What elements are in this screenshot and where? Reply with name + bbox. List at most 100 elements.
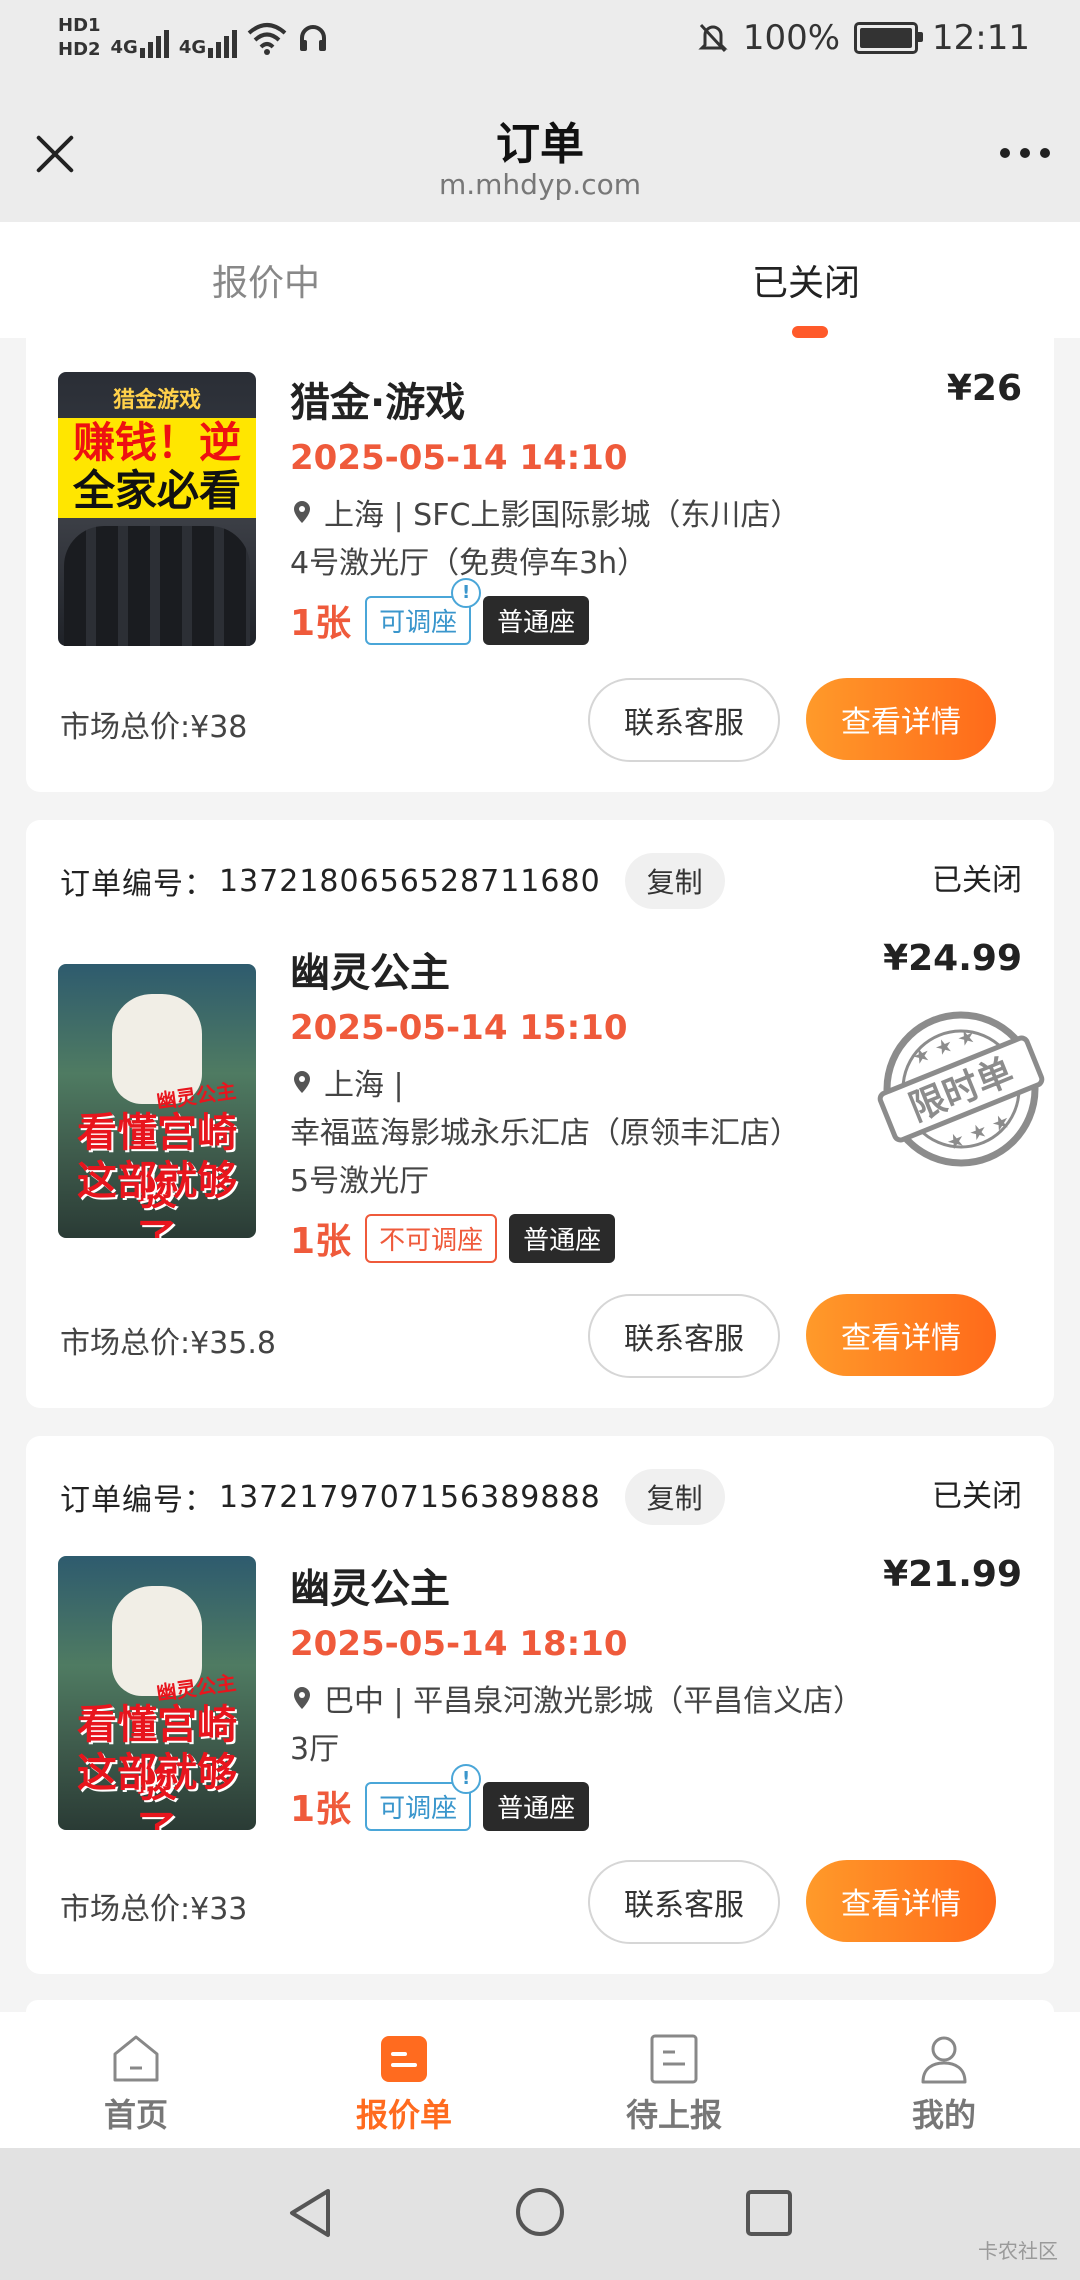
cinema-address: 上海 | SFC上影国际影城（东川店）	[290, 490, 800, 534]
address-text: 上海 | SFC上影国际影城（东川店）	[324, 498, 801, 533]
location-pin-icon	[294, 1687, 310, 1709]
seat-type-tag: 普通座	[509, 1213, 616, 1263]
ticket-quantity: 1张	[290, 1789, 352, 1830]
signal-sim1-icon: 4G	[111, 18, 169, 58]
order-number: 1372179707156389888	[219, 1479, 601, 1515]
system-navigation-bar: 卡农社区	[0, 2148, 1080, 2280]
headphones-icon	[300, 25, 327, 51]
market-price-label: 市场总价:	[60, 710, 191, 745]
show-time: 2025-05-14 14:10	[290, 438, 628, 478]
ticket-info: 1张 可调座! 普通座	[290, 577, 590, 646]
profile-icon	[921, 2036, 967, 2084]
recents-icon[interactable]	[744, 2188, 794, 2238]
back-icon[interactable]	[286, 2186, 334, 2240]
tag-text: 可调座	[379, 607, 458, 638]
nav-label: 待上报	[625, 2096, 722, 2134]
cinema-address: 上海 |	[290, 1060, 404, 1104]
adjustable-seat-tag: 可调座!	[365, 1763, 482, 1831]
page-title: 订单	[496, 119, 584, 170]
home-icon	[113, 2035, 159, 2082]
home-circle-icon[interactable]	[514, 2186, 566, 2238]
mute-bell-icon	[698, 23, 728, 53]
order-number-label: 订单编号：	[60, 1483, 215, 1518]
nav-item-profile[interactable]: 我的	[844, 2032, 1044, 2136]
order-tabs: 报价中 已关闭	[0, 222, 1080, 338]
status-bar: HD1 HD2 4G 4G 100% 12:11	[0, 0, 1080, 90]
signal-sim2-icon: 4G	[178, 18, 238, 58]
order-number-label: 订单编号：	[60, 867, 215, 902]
movie-poster: 幽灵公主 看懂宫崎骏 这部就够了	[58, 1556, 256, 1830]
title-bar: 订单 m.mhdyp.com	[0, 90, 1080, 222]
order-header: 订单编号： 1372180656528711680 复制	[60, 820, 725, 942]
pending-report-icon	[650, 2034, 698, 2084]
show-time: 2025-05-14 15:10	[290, 1008, 628, 1048]
hall-info: 4号激光厅（免费停车3h）	[290, 546, 648, 581]
movie-poster: 猎金游戏 赚钱！逆袭！ 全家必看	[58, 372, 256, 646]
market-price-label: 市场总价:	[60, 1892, 191, 1927]
tab-quoting[interactable]: 报价中	[212, 254, 320, 306]
active-tab-indicator	[792, 326, 828, 338]
movie-title: 幽灵公主	[290, 950, 450, 996]
sim2-label: 4G	[178, 37, 207, 58]
copy-button[interactable]: 复制	[624, 853, 725, 909]
movie-title: 幽灵公主	[290, 1566, 450, 1612]
nav-item-home[interactable]: 首页	[36, 2032, 236, 2136]
hall-info: 3厅	[290, 1732, 340, 1767]
market-price-value: ¥38	[190, 710, 248, 745]
market-price: 市场总价:¥38	[60, 702, 247, 746]
info-icon[interactable]: !	[451, 1763, 482, 1794]
order-card: 猎金游戏 赚钱！逆袭！ 全家必看 猎金·游戏 ¥26 2025-05-14 14…	[26, 338, 1054, 792]
address-text: 上海 |	[324, 1068, 404, 1103]
order-price: ¥24.99	[883, 938, 1022, 979]
page-url: m.mhdyp.com	[438, 168, 641, 201]
battery-icon	[854, 22, 924, 54]
order-status: 已关闭	[932, 863, 1022, 898]
order-card-peek	[26, 2000, 1054, 2012]
market-price-label: 市场总价:	[60, 1326, 191, 1361]
poster-figures	[64, 526, 250, 646]
contact-service-button[interactable]: 联系客服	[588, 1860, 780, 1944]
nav-label: 报价单	[355, 2096, 452, 2134]
status-bar-left: HD1 HD2 4G 4G	[58, 14, 329, 62]
order-price: ¥21.99	[883, 1554, 1022, 1595]
contact-service-button[interactable]: 联系客服	[588, 678, 780, 762]
info-icon[interactable]: !	[451, 577, 482, 608]
view-details-button[interactable]: 查看详情	[806, 1860, 996, 1942]
more-options-icon[interactable]	[1000, 148, 1050, 158]
show-time: 2025-05-14 18:10	[290, 1624, 628, 1664]
order-card: 订单编号： 1372180656528711680 复制 已关闭 幽灵公主 看懂…	[26, 820, 1054, 1408]
movie-poster: 幽灵公主 看懂宫崎骏 这部就够了	[58, 964, 256, 1238]
tab-closed[interactable]: 已关闭	[752, 254, 860, 306]
ticket-quantity: 1张	[290, 603, 352, 644]
market-price: 市场总价:¥33	[60, 1884, 247, 1928]
status-bar-right: 100% 12:11	[697, 18, 1030, 58]
clock: 12:11	[932, 18, 1030, 58]
cinema-address: 巴中 | 平昌泉河激光影城（平昌信义店）	[290, 1676, 863, 1720]
seat-type-tag: 普通座	[483, 1781, 590, 1831]
view-details-button[interactable]: 查看详情	[806, 1294, 996, 1376]
poster-text: 这部就够了	[77, 1750, 237, 1830]
poster-text: 猎金游戏	[112, 388, 201, 413]
non-adjustable-seat-tag: 不可调座	[365, 1213, 498, 1263]
ticket-info: 1张 可调座! 普通座	[290, 1763, 590, 1832]
movie-title: 猎金·游戏	[290, 380, 466, 426]
bottom-navigation: 首页 报价单 待上报 我的	[0, 2012, 1080, 2148]
nav-item-pending[interactable]: 待上报	[574, 2032, 774, 2136]
watermark: 卡农社区	[978, 2239, 1058, 2263]
battery-percent: 100%	[742, 18, 841, 58]
copy-button[interactable]: 复制	[624, 1469, 725, 1525]
contact-service-button[interactable]: 联系客服	[588, 1294, 780, 1378]
poster-text: 全家必看	[58, 466, 256, 516]
market-price: 市场总价:¥35.8	[60, 1318, 276, 1362]
poster-text: 这部就够了	[77, 1158, 237, 1238]
order-card: 订单编号： 1372179707156389888 复制 已关闭 幽灵公主 看懂…	[26, 1436, 1054, 1974]
nav-item-quotes[interactable]: 报价单	[304, 2032, 504, 2136]
view-details-button[interactable]: 查看详情	[806, 678, 996, 760]
market-price-value: ¥35.8	[190, 1326, 276, 1361]
sim1-label: 4G	[110, 37, 138, 58]
location-pin-icon	[294, 501, 310, 523]
nav-label: 首页	[103, 2096, 168, 2134]
hall-info: 5号激光厅	[290, 1164, 430, 1199]
order-number: 1372180656528711680	[219, 863, 601, 899]
order-price: ¥26	[946, 368, 1022, 409]
